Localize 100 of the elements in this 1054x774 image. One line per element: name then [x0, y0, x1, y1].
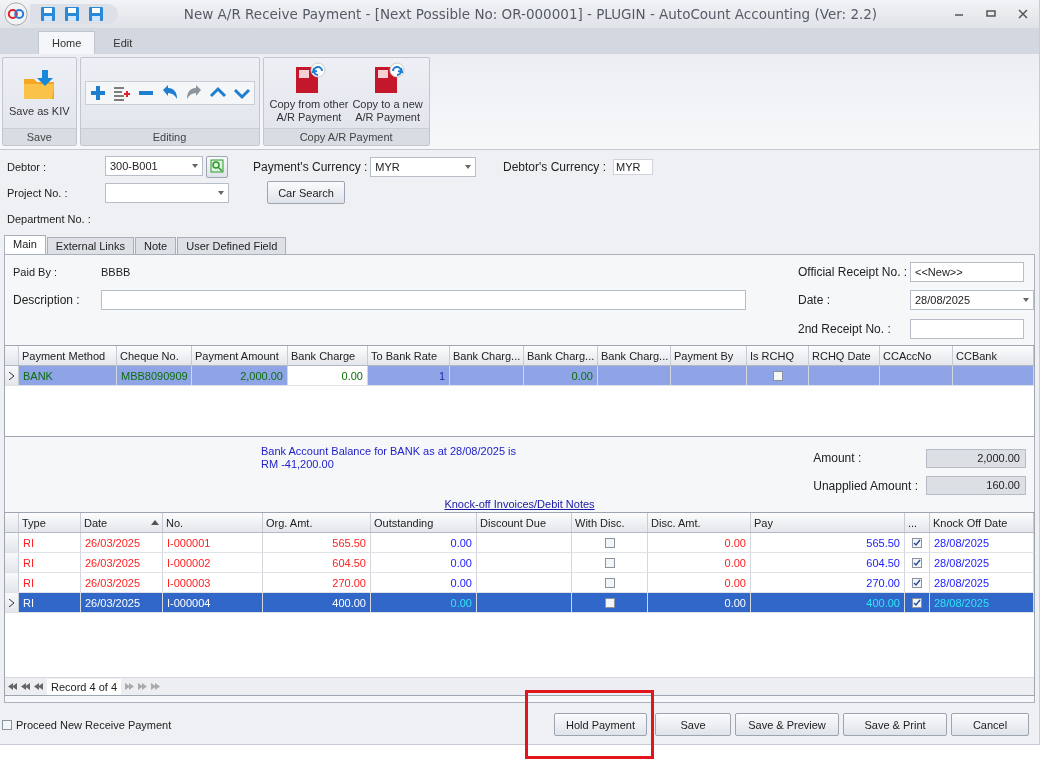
column-header[interactable]: ...: [905, 513, 930, 532]
currency-field[interactable]: MYR: [370, 157, 477, 177]
cell-text: 604.50: [332, 556, 366, 569]
cell-text: 26/03/2025: [85, 556, 141, 569]
receipt-number-field[interactable]: <<New>>: [910, 262, 1024, 282]
column-header[interactable]: Bank Charg...: [450, 346, 524, 365]
cell-text: 0.00: [450, 536, 472, 549]
tab[interactable]: User Defined Field: [177, 237, 287, 254]
column-header[interactable]: Payment Method: [19, 346, 117, 365]
grid-row[interactable]: RI 26/03/2025 I-000001 565.50 0.00 0.00 565.50 28/08/2025: [5, 533, 1034, 553]
cell-text: 0.00: [724, 596, 746, 609]
column-header[interactable]: Pay: [751, 513, 905, 532]
column-header[interactable]: Type: [19, 513, 81, 532]
tab[interactable]: Main: [4, 235, 46, 254]
amount-value: 2,000.00: [926, 448, 1026, 468]
action-button[interactable]: Cancel: [951, 713, 1029, 736]
row-selector[interactable]: [5, 593, 19, 612]
cell-text: 2,000.00: [240, 369, 283, 382]
checkbox[interactable]: [604, 557, 615, 568]
column-header[interactable]: Bank Charg...: [524, 346, 598, 365]
ribbon-button[interactable]: Save as KIV: [7, 66, 72, 120]
cell-text: MBB8090909: [121, 369, 188, 382]
grid-row[interactable]: RI 26/03/2025 I-000003 270.00 0.00 0.00 270.00 28/08/2025: [5, 573, 1034, 593]
checkbox[interactable]: [912, 577, 922, 588]
ribbon-tab[interactable]: Home: [38, 31, 96, 54]
project-field[interactable]: [105, 182, 229, 203]
column-header[interactable]: Payment Amount: [192, 346, 288, 365]
column-header[interactable]: CCAccNo: [880, 346, 953, 365]
navigator-arrow-icon[interactable]: [21, 683, 30, 690]
second-receipt-field[interactable]: [910, 319, 1024, 339]
car-search-button[interactable]: Car Search: [267, 181, 345, 204]
dropdown-caret-icon[interactable]: [192, 164, 198, 168]
debtor-field[interactable]: 300-B001: [105, 156, 203, 176]
column-header[interactable]: No.: [163, 513, 263, 532]
checkbox[interactable]: [604, 597, 615, 608]
checkbox[interactable]: [912, 557, 922, 568]
group-title: Copy A/R Payment: [263, 128, 429, 145]
date-field[interactable]: 28/08/2025: [910, 290, 1034, 310]
ribbon-button[interactable]: Copy to a new A/R Payment: [350, 60, 425, 126]
dropdown-caret-icon[interactable]: [465, 165, 472, 169]
checkbox[interactable]: [912, 597, 922, 608]
tab[interactable]: Note: [134, 237, 177, 254]
column-header[interactable]: Bank Charg...: [598, 346, 671, 365]
description-field[interactable]: [101, 290, 746, 310]
column-header[interactable]: Org. Amt.: [263, 513, 371, 532]
group-title: Save: [3, 128, 76, 145]
checkbox[interactable]: [772, 370, 783, 381]
checkbox[interactable]: [2, 719, 12, 730]
navigator-arrow-icon[interactable]: [8, 683, 17, 690]
close-icon[interactable]: [1017, 8, 1029, 20]
cell-text: 28/08/2025: [934, 536, 990, 549]
grid-corner: [5, 346, 19, 365]
row-indicator-icon: [9, 598, 14, 607]
save-icon[interactable]: [88, 6, 104, 22]
cell-text: 270.00: [866, 576, 900, 589]
action-button[interactable]: Save & Preview: [735, 713, 839, 736]
column-header[interactable]: Cheque No.: [117, 346, 192, 365]
column-header[interactable]: Outstanding: [371, 513, 477, 532]
tab[interactable]: External Links: [46, 237, 134, 254]
knock-off-link[interactable]: Knock-off Invoices/Debit Notes: [5, 495, 1034, 512]
dropdown-caret-icon[interactable]: [1023, 298, 1029, 302]
column-header[interactable]: To Bank Rate: [368, 346, 450, 365]
column-header[interactable]: Is RCHQ: [747, 346, 809, 365]
save-icon[interactable]: [64, 6, 80, 22]
cell-text: I-000001: [167, 536, 211, 549]
grid-row[interactable]: RI 26/03/2025 I-000004 400.00 0.00 0.00 400.00 28/08/2025: [5, 593, 1034, 613]
save-icon[interactable]: [40, 6, 56, 22]
grid-row[interactable]: BANK MBB8090909 2,000.00 0.00 1 0.00: [5, 366, 1034, 386]
navigator-arrow-icon[interactable]: [34, 683, 43, 690]
cell-text: 26/03/2025: [85, 596, 141, 609]
ribbon-button[interactable]: Copy from other A/R Payment: [267, 60, 351, 126]
row-selector[interactable]: [5, 366, 19, 385]
grid-row[interactable]: RI 26/03/2025 I-000002 604.50 0.00 0.00 604.50 28/08/2025: [5, 553, 1034, 573]
checkbox-label: Proceed New Receive Payment: [16, 718, 172, 731]
app-logo[interactable]: [4, 2, 28, 26]
ribbon-tab[interactable]: Edit: [99, 31, 147, 54]
column-header[interactable]: With Disc.: [572, 513, 648, 532]
debtor-lookup-button[interactable]: [206, 156, 228, 178]
action-button[interactable]: Hold Payment: [554, 713, 647, 736]
field-label: Debtor :: [7, 161, 48, 173]
window-title: New A/R Receive Payment - [Next Possible No: OR-000001] - PLUGIN - AutoCount Accounting (Ver: 2.2): [182, 6, 879, 22]
maximize-icon[interactable]: [985, 8, 997, 20]
cell-text: 0.00: [450, 596, 472, 609]
column-header[interactable]: Payment By: [671, 346, 747, 365]
checkbox[interactable]: [604, 537, 615, 548]
cell-text: I-000004: [167, 596, 211, 609]
column-header[interactable]: Date: [81, 513, 163, 532]
plus-icon[interactable]: [88, 84, 107, 102]
checkbox[interactable]: [912, 537, 922, 548]
column-header[interactable]: Disc. Amt.: [648, 513, 751, 532]
column-header[interactable]: CCBank: [953, 346, 1034, 365]
column-header[interactable]: RCHQ Date: [809, 346, 880, 365]
action-button[interactable]: Save: [655, 713, 731, 736]
insert-row-icon[interactable]: [112, 84, 131, 102]
checkbox[interactable]: [604, 577, 615, 588]
dropdown-caret-icon[interactable]: [218, 190, 224, 195]
action-button[interactable]: Save & Print: [843, 713, 947, 736]
column-header[interactable]: Discount Due: [477, 513, 572, 532]
column-header[interactable]: Bank Charge: [288, 346, 368, 365]
column-header[interactable]: Knock Off Date: [930, 513, 1034, 532]
